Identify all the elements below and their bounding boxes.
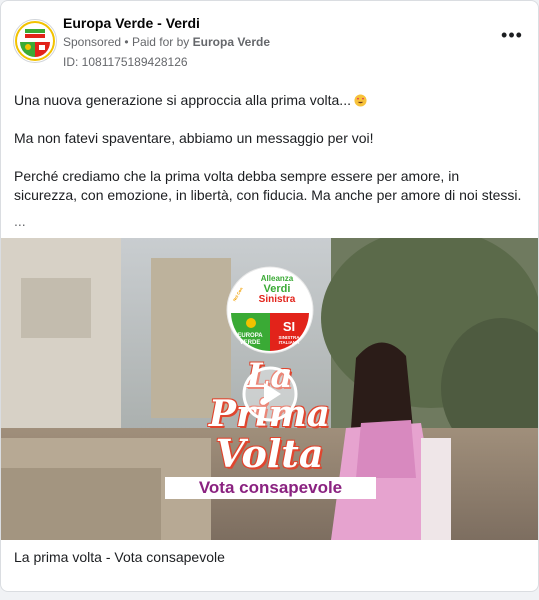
post-text-line-1-text: Una nuova generazione si approccia alla … bbox=[14, 92, 351, 108]
logo-bottom: Sinistra bbox=[259, 294, 296, 305]
more-horizontal-icon: ••• bbox=[501, 25, 523, 45]
caption-title: La prima volta - Vota consapevole bbox=[14, 549, 225, 565]
paid-for-name[interactable]: Europa Verde bbox=[193, 35, 270, 49]
post-header: Europa Verde - Verdi Sponsored • Paid fo… bbox=[1, 1, 538, 81]
ad-id: ID: 1081175189428126 bbox=[63, 55, 188, 69]
video-title-line-3: Volta bbox=[215, 431, 324, 476]
logo-top: Alleanza bbox=[261, 274, 294, 283]
sponsored-line: Sponsored • Paid for by Europa Verde bbox=[63, 35, 270, 49]
page-avatar[interactable] bbox=[13, 19, 57, 63]
sponsored-label: Sponsored bbox=[63, 35, 122, 49]
logo-si-mark: SI bbox=[283, 319, 295, 334]
link-caption[interactable]: La prima volta - Vota consapevole bbox=[1, 540, 538, 575]
post-text-line-3: Perché crediamo che la prima volta debba… bbox=[14, 168, 522, 203]
smiling-face-with-heart-eyes-emoji bbox=[354, 94, 367, 107]
post-text: Una nuova generazione si approccia alla … bbox=[14, 91, 526, 205]
play-icon[interactable] bbox=[242, 366, 298, 422]
page-name[interactable]: Europa Verde - Verdi bbox=[63, 15, 200, 31]
paid-for-label: Paid for by bbox=[131, 35, 190, 49]
post-text-line-1: Una nuova generazione si approccia alla … bbox=[14, 91, 526, 110]
logo-italiana: ITALIANA bbox=[279, 340, 300, 345]
ad-card: Europa Verde - Verdi Sponsored • Paid fo… bbox=[0, 0, 539, 592]
more-options-button[interactable]: ••• bbox=[500, 26, 524, 49]
party-logo-icon bbox=[15, 21, 55, 61]
post-text-line-2: Ma non fatevi spaventare, abbiamo un mes… bbox=[14, 130, 374, 146]
meta-separator: • bbox=[124, 35, 129, 49]
logo-europa: EUROPA bbox=[237, 333, 263, 339]
see-more-link[interactable]: ... bbox=[14, 213, 26, 229]
video-tagline: Vota consapevole bbox=[165, 477, 376, 499]
alliance-logo-icon: Alleanza Verdi Sinistra Noi Con EUROPA V… bbox=[226, 266, 314, 354]
logo-verde: VERDE bbox=[240, 340, 261, 346]
